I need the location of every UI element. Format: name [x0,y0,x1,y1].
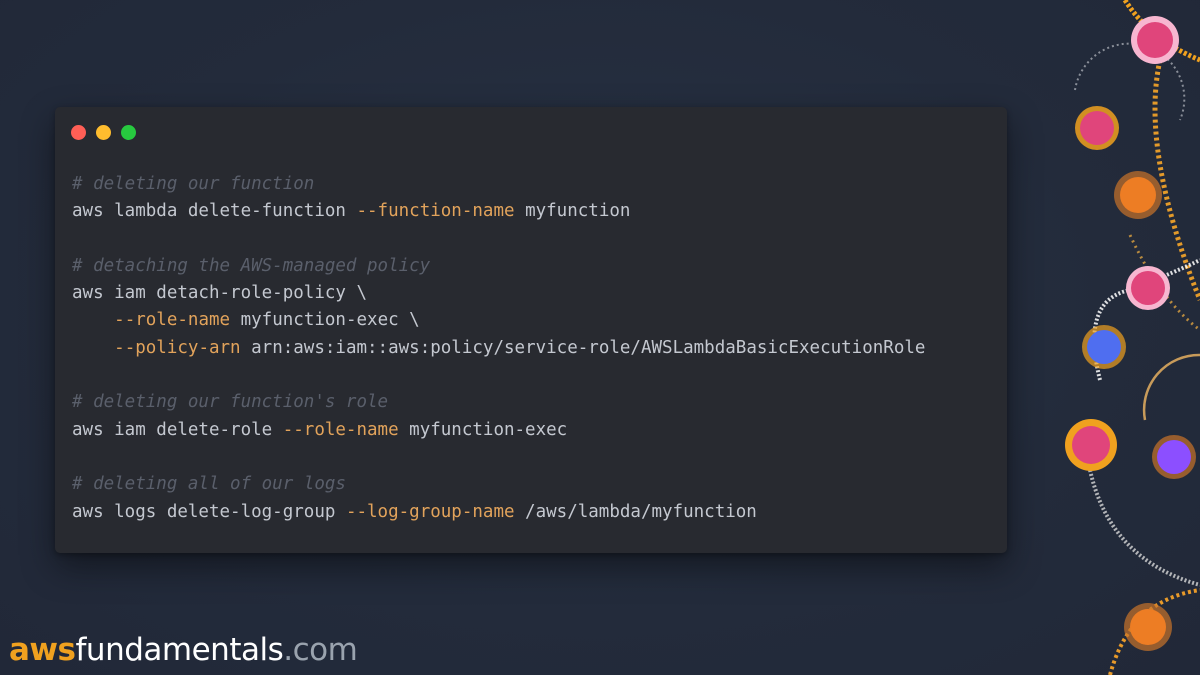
sqs-icon [1072,426,1110,464]
code-line: # deleting our function's role [72,389,925,416]
code-comment: # deleting all of our logs [72,474,346,495]
api-gateway-icon [1137,22,1173,58]
window-controls [71,125,136,140]
white-orbit-path-2 [1088,469,1200,587]
sagemaker-icon [1130,609,1166,645]
code-argument: arn:aws:iam::aws:policy/service-role/AWS… [240,337,926,358]
brand-aws-text: aws [9,632,76,668]
code-line: aws iam detach-role-policy \ [72,280,925,307]
minimize-dot-icon[interactable] [96,125,111,140]
cloudfront-icon [1157,440,1191,474]
brand-tld-text: .com [283,632,358,668]
code-window: # deleting our function aws lambda delete… [55,107,1007,553]
code-flag: --role-name [114,310,231,331]
code-argument: myfunction-exec [398,419,568,440]
lambda-icon [1120,177,1156,213]
code-comment: # deleting our function's role [72,392,389,413]
code-flag: --log-group-name [345,501,515,522]
code-argument: myfunction-exec \ [230,310,420,331]
code-line: # deleting all of our logs [72,471,925,498]
code-block: # deleting our function aws lambda delete… [72,171,925,526]
code-line: --policy-arn arn:aws:iam::aws:policy/ser… [72,335,925,362]
code-flag: --role-name [282,419,399,440]
code-line: aws logs delete-log-group --log-group-na… [72,499,925,526]
brand-name-text: fundamentals [75,632,284,668]
code-flag: --function-name [356,201,515,222]
step-functions-icon [1131,271,1165,305]
orange-orbit-path-2 [1152,59,1200,301]
code-command: aws iam delete-role [72,419,283,440]
brand-logo[interactable]: awsfundamentals.com [9,630,358,670]
code-flag: --policy-arn [114,337,241,358]
code-line: aws iam delete-role --role-name myfuncti… [72,417,925,444]
code-comment: # deleting our function [72,174,315,194]
aws-services-decoration [1065,0,1200,675]
code-argument: myfunction [514,201,631,222]
code-argument: /aws/lambda/myfunction [514,501,757,522]
code-line: --role-name myfunction-exec \ [72,307,925,334]
code-command: aws iam detach-role-policy \ [72,283,368,304]
close-dot-icon[interactable] [71,125,86,140]
code-comment: # detaching the AWS-managed policy [72,255,431,276]
eventbridge-icon [1080,111,1114,145]
code-line: # deleting our function [72,171,925,198]
elastic-beanstalk-icon [1087,330,1121,364]
tan-orbit-path [1142,353,1200,421]
code-line: # detaching the AWS-managed policy [72,253,925,280]
code-command: aws lambda delete-function [72,201,357,222]
code-command: aws logs delete-log-group [72,501,346,522]
code-line: aws lambda delete-function --function-na… [72,198,925,225]
maximize-dot-icon[interactable] [121,125,136,140]
